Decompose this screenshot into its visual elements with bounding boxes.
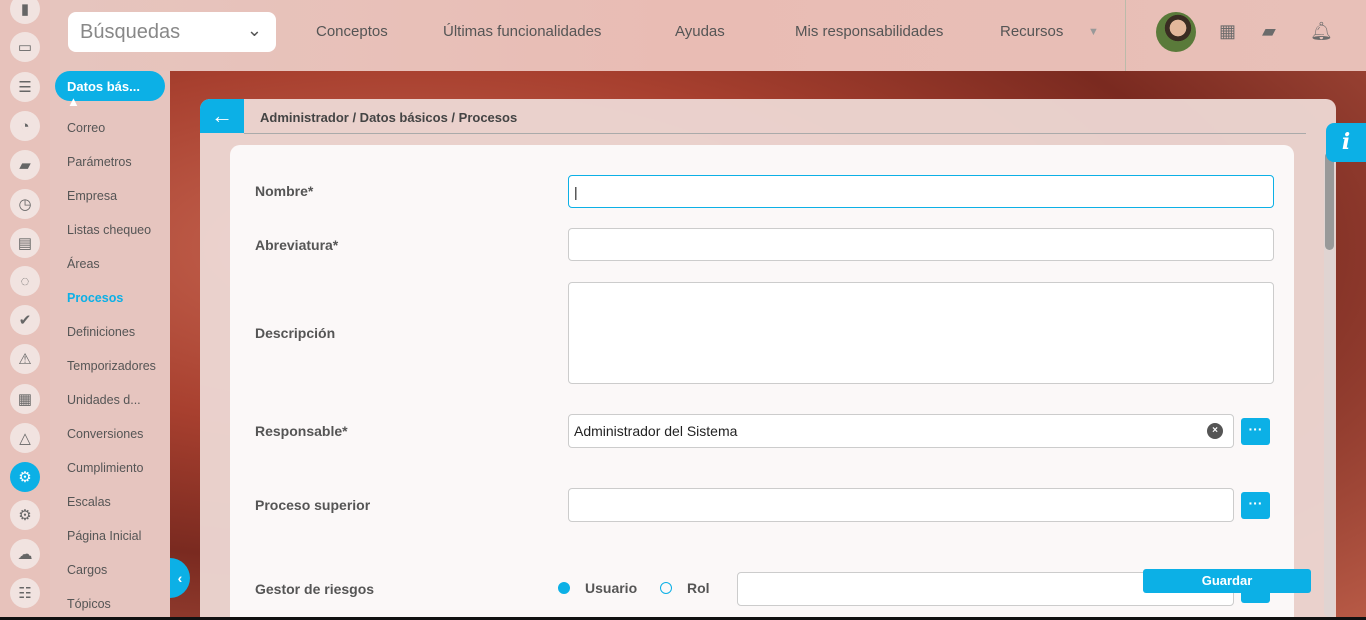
divider [1125, 0, 1126, 71]
nav-mis-responsabilidades[interactable]: Mis responsabilidades [795, 23, 943, 40]
module-rail: ▮ ▭ ☰ ◔ ▰ ◷ ▤ ◌ ✔ ⚠ ▦ △ ⚙ ⚙ ☁ ☷ [0, 0, 50, 620]
network-icon[interactable]: △ [10, 423, 40, 453]
abreviatura-input[interactable] [568, 228, 1274, 261]
bell-icon[interactable]: 🔔︎ [1310, 21, 1333, 42]
search-placeholder: Búsquedas [80, 21, 181, 43]
clear-icon[interactable]: × [1207, 423, 1223, 439]
nav-ayudas[interactable]: Ayudas [675, 23, 725, 40]
presentation-icon[interactable]: ▭ [10, 32, 40, 62]
analytics-icon[interactable]: ▮ [10, 0, 40, 24]
check-icon[interactable]: ✔ [10, 305, 40, 335]
nav-ultimas-funcionalidades[interactable]: Últimas funcionalidades [443, 23, 601, 40]
menu-item-cumplimiento[interactable]: Cumplimiento [67, 461, 143, 475]
nav-conceptos[interactable]: Conceptos [316, 23, 388, 40]
list-icon[interactable]: ☷ [10, 578, 40, 608]
proceso-superior-label: Proceso superior [255, 497, 371, 513]
gear-icon[interactable]: ⚙ [10, 462, 40, 492]
radio-rol[interactable] [660, 582, 672, 594]
gestor-riesgos-label: Gestor de riesgos [255, 581, 375, 597]
board-icon[interactable]: ▰ [10, 150, 40, 180]
pie-chart-icon[interactable]: ◔ [10, 111, 40, 141]
scrollbar-thumb[interactable] [1325, 152, 1334, 250]
menu-item-empresa[interactable]: Empresa [67, 189, 117, 203]
menu-item-escalas[interactable]: Escalas [67, 495, 111, 509]
menu-item-temporizadores[interactable]: Temporizadores [67, 359, 156, 373]
gears-icon[interactable]: ⚙ [10, 500, 40, 530]
nombre-label: Nombre* [255, 183, 314, 199]
proceso-superior-picker-button[interactable]: ··· [1241, 492, 1270, 519]
menu-item-unidades[interactable]: Unidades d... [67, 393, 141, 407]
back-button[interactable]: ← [200, 99, 244, 133]
radio-usuario[interactable] [558, 582, 570, 594]
board-icon[interactable]: ▰ [1262, 21, 1276, 42]
responsable-value: Administrador del Sistema [574, 423, 738, 439]
caret-down-icon[interactable]: ▼ [1088, 26, 1099, 38]
menu-item-pagina-inicial[interactable]: Página Inicial [67, 529, 141, 543]
menu-item-areas[interactable]: Áreas [67, 257, 100, 271]
responsable-label: Responsable* [255, 423, 348, 439]
descripcion-textarea[interactable] [568, 282, 1274, 384]
document-icon[interactable]: ▤ [10, 228, 40, 258]
menu-item-listas[interactable]: Listas chequeo [67, 223, 151, 237]
menu-item-definiciones[interactable]: Definiciones [67, 325, 135, 339]
avatar[interactable] [1156, 12, 1196, 52]
nombre-input[interactable]: | [568, 175, 1274, 208]
save-button[interactable]: Guardar [1143, 569, 1311, 593]
menu-item-procesos[interactable]: Procesos [67, 291, 123, 305]
cloud-icon[interactable]: ☁ [10, 539, 40, 569]
clock-icon[interactable]: ◷ [10, 189, 40, 219]
warning-icon[interactable]: ⚠ [10, 344, 40, 374]
menu-item-correo[interactable]: Correo [67, 121, 105, 135]
chevron-down-icon: ⌄ [246, 20, 262, 40]
breadcrumb: Administrador / Datos básicos / Procesos [260, 110, 518, 125]
nav-recursos[interactable]: Recursos [1000, 23, 1063, 40]
responsable-picker-button[interactable]: ··· [1241, 418, 1270, 445]
menu-item-topicos[interactable]: Tópicos [67, 597, 111, 611]
divider [244, 133, 1306, 134]
cycle-icon[interactable]: ◌ [10, 266, 40, 296]
info-button[interactable]: i [1326, 123, 1366, 162]
responsable-input[interactable]: Administrador del Sistema [568, 414, 1234, 448]
gantt-icon[interactable]: ☰ [10, 72, 40, 102]
abreviatura-label: Abreviatura* [255, 237, 339, 253]
search-select[interactable]: Búsquedas ⌄ [68, 12, 276, 52]
rol-label: Rol [687, 580, 710, 596]
usuario-label: Usuario [585, 580, 638, 596]
submenu-toggle[interactable]: Datos bás... ▲ [55, 71, 165, 109]
caret-up-icon: ▲ [67, 94, 80, 109]
menu-item-conversiones[interactable]: Conversiones [67, 427, 143, 441]
calendar-icon[interactable]: ▦ [1219, 21, 1236, 42]
calendar-icon[interactable]: ▦ [10, 384, 40, 414]
submenu-toggle-label: Datos bás... [67, 79, 140, 94]
menu-item-parametros[interactable]: Parámetros [67, 155, 132, 169]
descripcion-label: Descripción [255, 325, 336, 341]
proceso-superior-input[interactable] [568, 488, 1234, 522]
menu-item-cargos[interactable]: Cargos [67, 563, 107, 577]
